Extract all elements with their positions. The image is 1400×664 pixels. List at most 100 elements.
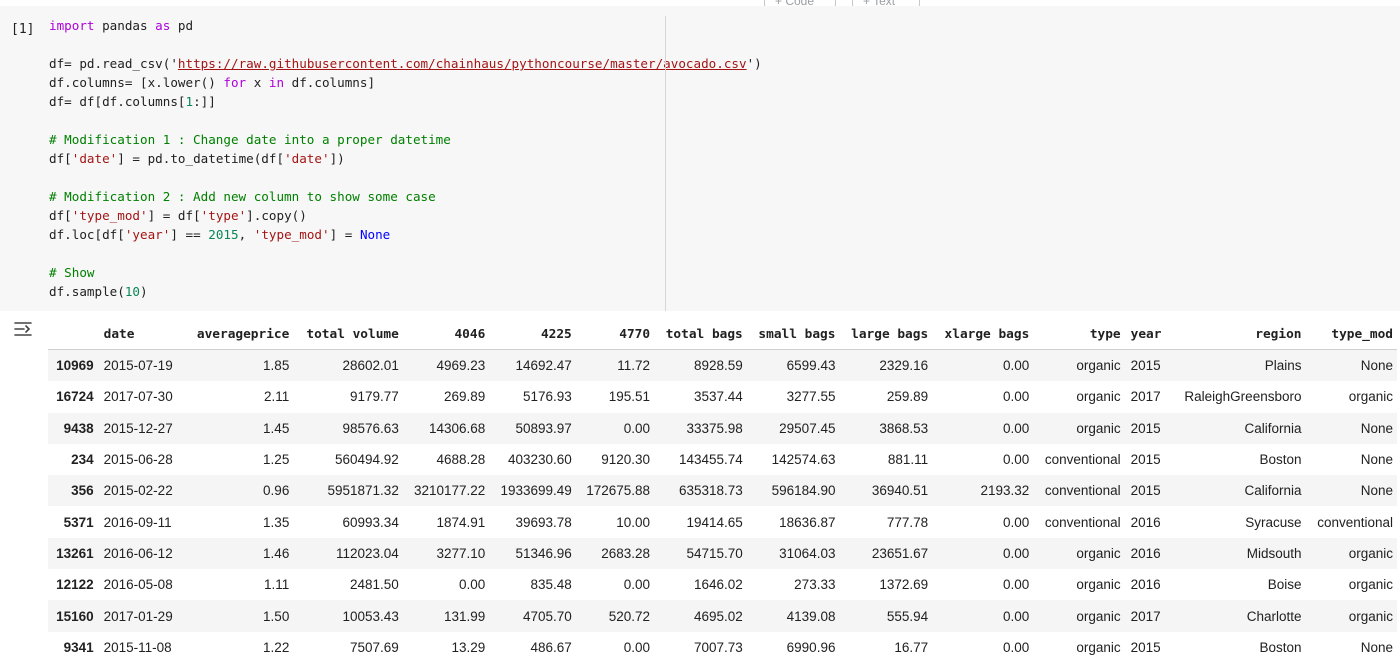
code-token: # Modification 2 : Add new column to sho…: [49, 189, 436, 204]
table-cell: conventional: [1044, 452, 1121, 468]
table-cell: 54715.70: [686, 545, 743, 561]
code-line: df.sample(10): [49, 282, 762, 301]
code-token: df[: [49, 208, 72, 223]
table-cell: 0.00: [1003, 514, 1030, 530]
table-row: 15160 2017-01-29 1.50 10053.43 131.99 4705.70…: [48, 600, 1397, 632]
table-cell: 486.67: [530, 639, 572, 655]
code-line: # Show: [49, 263, 762, 282]
table-cell: None: [1360, 483, 1393, 499]
code-token: df= pd.read_csv(: [49, 56, 171, 71]
column-header: small bags: [746, 319, 840, 350]
column-header: 4225: [489, 319, 576, 350]
table-cell: 2329.16: [879, 358, 929, 374]
table-cell: 1.45: [263, 420, 290, 436]
table-cell: 39693.78: [515, 514, 572, 530]
table-cell: organic: [1076, 389, 1121, 405]
table-cell: 2481.50: [350, 577, 399, 593]
table-row: 9438 2015-12-27 1.45 98576.63 14306.68 50893.…: [48, 412, 1397, 444]
table-cell: 5951871.32: [327, 483, 399, 499]
table-cell: 7507.69: [350, 639, 399, 655]
table-cell: 16.77: [894, 639, 929, 655]
code-token: ': [170, 56, 178, 71]
table-cell: 2015: [1130, 639, 1161, 655]
table-cell: 7007.73: [693, 639, 743, 655]
table-cell: 1933699.49: [500, 483, 572, 499]
row-index: 10969: [56, 358, 94, 374]
table-cell: 4688.28: [436, 452, 486, 468]
table-cell: 33375.98: [686, 420, 743, 436]
table-cell: 2016: [1130, 514, 1161, 530]
table-cell: 98576.63: [342, 420, 399, 436]
code-line: df['type_mod'] = df['type'].copy(): [49, 206, 762, 225]
code-token: as: [155, 18, 171, 33]
table-row: 234 2015-06-28 1.25 560494.92 4688.28 403230.…: [48, 444, 1397, 475]
table-cell: None: [1360, 358, 1393, 374]
table-row: 10969 2015-07-19 1.85 28602.01 4969.23 14692.…: [48, 349, 1397, 382]
code-token: in: [268, 75, 285, 90]
row-index: 9341: [63, 639, 94, 655]
table-cell: 0.00: [1003, 608, 1030, 624]
table-cell: Syracuse: [1245, 514, 1302, 530]
table-cell: 29507.45: [779, 420, 836, 436]
table-cell: 195.51: [608, 389, 651, 405]
row-index: 356: [71, 483, 94, 499]
table-cell: 131.99: [444, 608, 486, 624]
output-toggle-icon[interactable]: [12, 318, 34, 340]
table-cell: 4695.02: [693, 608, 743, 624]
table-cell: Boston: [1259, 639, 1302, 655]
column-header: date: [97, 319, 184, 350]
code-editor[interactable]: import pandas as pd df= pd.read_csv('htt…: [49, 16, 762, 301]
table-cell: 14306.68: [428, 420, 486, 436]
table-cell: organic: [1348, 577, 1393, 593]
row-index: 234: [71, 452, 94, 468]
table-cell: 2015-11-08: [103, 639, 172, 655]
table-cell: 273.33: [794, 577, 836, 593]
table-cell: conventional: [1317, 514, 1393, 530]
table-cell: 6599.43: [786, 358, 836, 374]
table-cell: organic: [1348, 608, 1393, 624]
code-cell[interactable]: [1] import pandas as pd df= pd.read_csv(…: [0, 6, 1400, 311]
table-cell: 31064.03: [779, 545, 836, 561]
table-cell: 2016: [1130, 545, 1161, 561]
table-cell: 0.00: [1003, 545, 1030, 561]
code-token: ] ==: [170, 227, 209, 242]
table-cell: 2015-12-27: [103, 420, 173, 436]
table-cell: 3277.55: [786, 389, 836, 405]
code-token: 'year': [124, 227, 171, 242]
table-cell: conventional: [1044, 514, 1121, 530]
code-line: df.columns= [x.lower() for x in df.colum…: [49, 73, 762, 92]
table-cell: 10.00: [616, 514, 651, 530]
code-token: # Show: [49, 265, 95, 280]
table-cell: 0.00: [1003, 577, 1030, 593]
column-header: 4770: [575, 319, 655, 350]
table-cell: 2017: [1130, 389, 1161, 405]
table-cell: None: [1360, 452, 1393, 468]
table-cell: 28602.01: [342, 358, 399, 374]
table-cell: organic: [1348, 545, 1393, 561]
code-token: ] = df[: [147, 208, 201, 223]
code-token: df= df[df.columns[: [49, 94, 186, 109]
column-header: type: [1033, 319, 1125, 350]
table-cell: 881.11: [887, 452, 929, 468]
column-header: total volume: [293, 319, 403, 350]
table-cell: RaleighGreensboro: [1184, 389, 1302, 405]
column-header: type_mod: [1305, 319, 1397, 350]
table-cell: 172675.88: [586, 483, 651, 499]
table-cell: 3537.44: [693, 389, 743, 405]
table-cell: 1646.02: [693, 577, 743, 593]
code-url-link[interactable]: https://raw.githubusercontent.com/chainh…: [178, 56, 747, 71]
column-header: 4046: [402, 319, 490, 350]
table-cell: 0.00: [623, 577, 651, 593]
table-cell: 0.00: [1003, 420, 1030, 436]
table-cell: 2.11: [264, 389, 290, 405]
table-cell: 2016-09-11: [103, 514, 172, 530]
table-cell: 60993.34: [342, 514, 399, 530]
table-cell: 0.00: [1003, 358, 1030, 374]
table-cell: 555.94: [886, 608, 929, 624]
code-token: df.columns]: [284, 75, 376, 90]
table-row: 12122 2016-05-08 1.11 2481.50 0.00 835.48 0.00…: [48, 569, 1397, 600]
code-token: None: [359, 227, 391, 242]
